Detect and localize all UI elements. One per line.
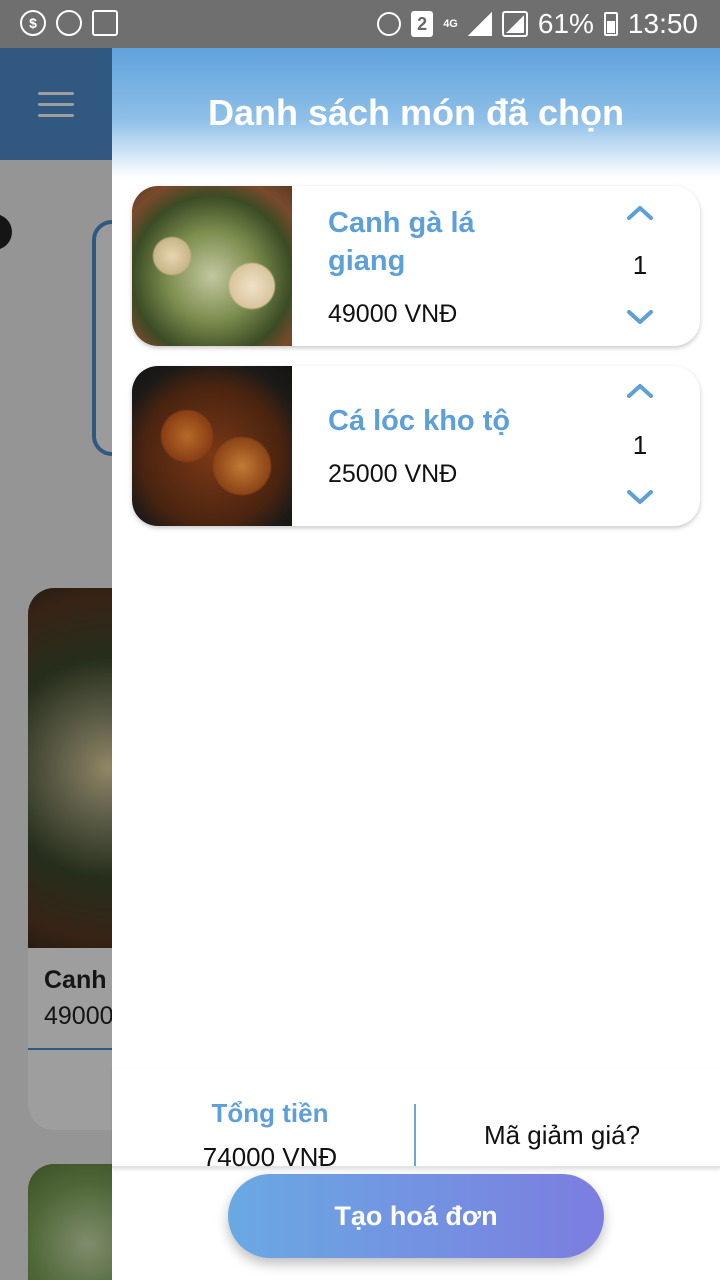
item-name: Canh gà lá giang xyxy=(328,207,475,277)
item-image xyxy=(132,186,292,346)
network-type-label: 4G xyxy=(443,17,458,30)
item-image xyxy=(132,366,292,526)
app-notification-icon: $ xyxy=(20,10,46,36)
signal-sim2-icon xyxy=(501,11,528,37)
sim-icon: 2 xyxy=(411,11,434,37)
coupon-link[interactable]: Mã giảm giá? xyxy=(452,1120,672,1151)
item-price: 25000 VNĐ xyxy=(328,460,458,488)
decrease-quantity-button[interactable] xyxy=(620,482,660,512)
item-price: 49000 VNĐ xyxy=(328,300,458,328)
chevron-down-icon xyxy=(627,490,653,504)
chevron-up-icon xyxy=(627,206,653,220)
order-summary: Tổng tiền 74000 VNĐ Mã giảm giá? xyxy=(112,1068,720,1172)
status-bar: $ 2 4G 61% 13:50 xyxy=(0,0,720,48)
drawer-title: Danh sách món đã chọn xyxy=(207,92,625,133)
battery-icon xyxy=(603,12,618,36)
total-label: Tổng tiền xyxy=(211,1098,329,1128)
item-name: Cá lóc kho tộ xyxy=(328,405,511,437)
increase-quantity-button[interactable] xyxy=(620,198,660,228)
alarm-icon xyxy=(377,12,402,36)
increase-quantity-button[interactable] xyxy=(620,376,660,406)
image-notification-icon xyxy=(92,10,118,36)
chevron-down-icon xyxy=(627,310,653,324)
summary-divider xyxy=(414,1104,416,1166)
total-value: 74000 VNĐ xyxy=(202,1142,338,1172)
drawer-header: Danh sách món đã chọn xyxy=(112,48,720,178)
decrease-quantity-button[interactable] xyxy=(620,302,660,332)
selected-item-card[interactable]: Canh gà lá giang 49000 VNĐ 1 xyxy=(132,186,700,346)
battery-percent: 61% xyxy=(537,8,594,39)
create-invoice-button[interactable]: Tạo hoá đơn xyxy=(228,1174,604,1258)
clock: 13:50 xyxy=(627,8,698,39)
chevron-up-icon xyxy=(627,384,653,398)
selected-item-card[interactable]: Cá lóc kho tộ 25000 VNĐ 1 xyxy=(132,366,700,526)
item-quantity: 1 xyxy=(632,430,648,460)
signal-icon xyxy=(467,12,492,36)
alarm-notification-icon xyxy=(56,10,82,36)
selected-items-drawer: Danh sách món đã chọn Canh gà lá giang 4… xyxy=(112,48,720,1280)
item-quantity: 1 xyxy=(632,250,648,280)
